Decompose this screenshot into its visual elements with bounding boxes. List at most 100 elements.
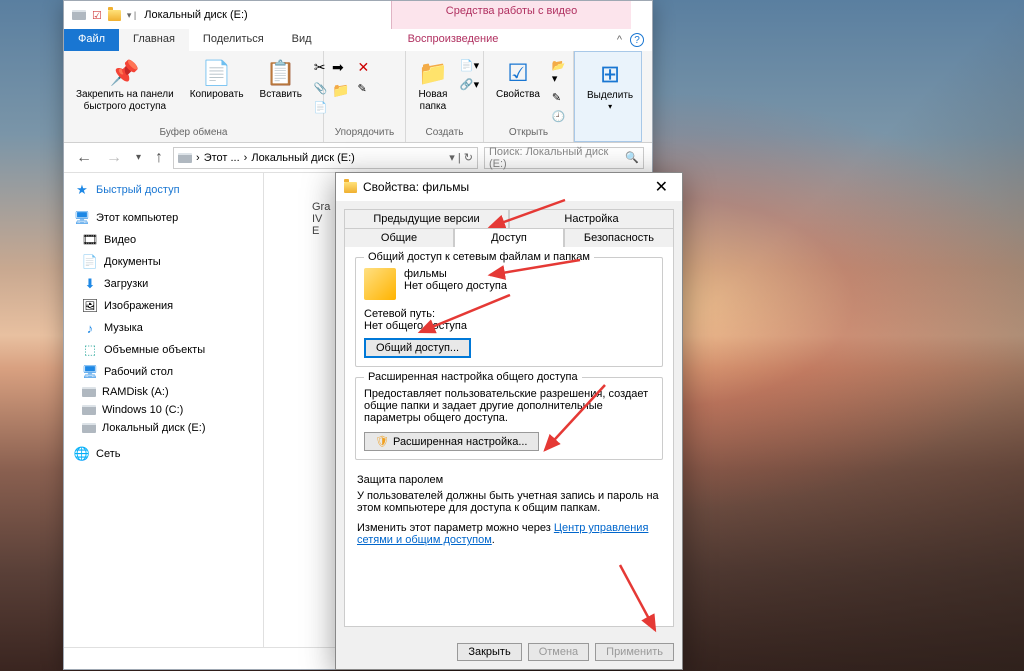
ribbon: 📌 Закрепить на панели быстрого доступа 📄… xyxy=(64,51,652,143)
easy-access-icon[interactable]: 🔗▾ xyxy=(458,76,481,93)
new-item-icon[interactable]: 📄▾ xyxy=(458,57,481,74)
tab-security[interactable]: Безопасность xyxy=(564,228,674,247)
password-change-text: Изменить этот параметр можно через Центр… xyxy=(357,522,661,546)
paste-icon: 📋 xyxy=(266,57,296,89)
this-pc[interactable]: 🖥Этот компьютер xyxy=(64,207,263,229)
address-drive-icon xyxy=(178,153,192,163)
properties-button[interactable]: ☑ Свойства xyxy=(490,53,546,105)
ribbon-collapse-icon[interactable]: ^ xyxy=(617,34,622,46)
close-button[interactable]: ✕ xyxy=(649,177,674,197)
clipboard-group-label: Буфер обмена xyxy=(70,125,317,140)
nav-pictures[interactable]: 🖼Изображения xyxy=(64,295,263,317)
copy-button[interactable]: 📄 Копировать xyxy=(184,53,250,105)
open-group-label: Открыть xyxy=(490,125,567,140)
password-desc: У пользователей должны быть учетная запи… xyxy=(357,490,661,514)
nav-ramdisk[interactable]: RAMDisk (A:) xyxy=(64,383,263,401)
close-dialog-button[interactable]: Закрыть xyxy=(457,643,521,661)
properties-dialog: Свойства: фильмы ✕ Предыдущие версии Нас… xyxy=(335,172,683,670)
drive-small-icon xyxy=(72,10,86,20)
tab-customize[interactable]: Настройка xyxy=(509,209,674,228)
qat-save-icon[interactable]: ☑ xyxy=(92,9,102,22)
open-icon[interactable]: 📂▾ xyxy=(550,57,568,87)
shared-folder-name: фильмы xyxy=(404,268,507,280)
pc-icon: 🖥 xyxy=(74,210,90,226)
delete-icon[interactable]: ✕ xyxy=(355,57,371,78)
nav-up-button[interactable]: ↑ xyxy=(151,147,167,169)
nav-videos[interactable]: 🎞Видео xyxy=(64,229,263,251)
pictures-icon: 🖼 xyxy=(82,298,98,314)
nav-network[interactable]: 🌐Сеть xyxy=(64,443,263,465)
search-input[interactable]: Поиск: Локальный диск (E:) 🔍 xyxy=(484,147,644,169)
desktop-icon: 🖥 xyxy=(82,364,98,380)
organize-group-label: Упорядочить xyxy=(330,125,399,140)
cancel-button[interactable]: Отмена xyxy=(528,643,589,661)
nav-recent-button[interactable]: ▾ xyxy=(132,150,145,165)
advanced-sharing-group: Расширенная настройка общего доступа Пре… xyxy=(355,377,663,460)
folder-icon xyxy=(344,182,357,193)
tab-share[interactable]: Поделиться xyxy=(189,29,278,51)
tab-previous-versions[interactable]: Предыдущие версии xyxy=(344,209,509,228)
nav-documents[interactable]: 📄Документы xyxy=(64,251,263,273)
navigation-pane: ★Быстрый доступ 🖥Этот компьютер 🎞Видео 📄… xyxy=(64,173,264,647)
help-icon[interactable]: ? xyxy=(630,33,644,47)
network-path-value: Нет общего доступа xyxy=(364,320,654,332)
network-icon: 🌐 xyxy=(74,446,90,462)
network-path-label: Сетевой путь: xyxy=(364,308,654,320)
qat-dropdown-icon[interactable]: ▾ | xyxy=(127,10,136,21)
download-icon: ⬇ xyxy=(82,276,98,292)
address-bar: ← → ▾ ↑ › Этот ... › Локальный диск (E:)… xyxy=(64,143,652,173)
nav-music[interactable]: ♪Музыка xyxy=(64,317,263,339)
drive-icon xyxy=(82,405,96,415)
search-icon: 🔍 xyxy=(625,151,639,164)
copy-icon: 📄 xyxy=(202,57,232,89)
sharing-status: Нет общего доступа xyxy=(404,280,507,292)
cube-icon: ⬚ xyxy=(82,342,98,358)
select-button[interactable]: ⊞ Выделить ▾ xyxy=(581,54,639,115)
shield-icon: 🛡 xyxy=(375,435,389,448)
music-icon: ♪ xyxy=(82,320,98,336)
history-icon[interactable]: 🕘 xyxy=(550,108,568,125)
properties-icon: ☑ xyxy=(507,57,529,89)
nav-downloads[interactable]: ⬇Загрузки xyxy=(64,273,263,295)
apply-button[interactable]: Применить xyxy=(595,643,674,661)
drive-icon xyxy=(82,387,96,397)
tab-main[interactable]: Главная xyxy=(119,29,189,51)
network-sharing-group: Общий доступ к сетевым файлам и папкам ф… xyxy=(355,257,663,367)
advanced-sharing-button[interactable]: 🛡 Расширенная настройка... xyxy=(364,432,539,451)
video-icon: 🎞 xyxy=(82,232,98,248)
tab-view[interactable]: Вид xyxy=(278,29,326,51)
tab-file[interactable]: Файл xyxy=(64,29,119,51)
new-folder-button[interactable]: 📁 Новая папка xyxy=(412,53,454,117)
advanced-sharing-desc: Предоставляет пользовательские разрешени… xyxy=(364,388,654,424)
nav-local-e[interactable]: Локальный диск (E:) xyxy=(64,419,263,437)
nav-desktop[interactable]: 🖥Рабочий стол xyxy=(64,361,263,383)
properties-tabs: Предыдущие версии Настройка Общие Доступ… xyxy=(344,209,674,247)
move-to-icon[interactable]: ➡ xyxy=(330,57,351,78)
rename-icon[interactable]: ✎ xyxy=(355,80,371,97)
pin-icon: 📌 xyxy=(110,57,140,89)
document-icon: 📄 xyxy=(82,254,98,270)
create-group-label: Создать xyxy=(412,125,477,140)
nav-back-button[interactable]: ← xyxy=(72,147,96,169)
nav-windows-c[interactable]: Windows 10 (C:) xyxy=(64,401,263,419)
password-protection-group: Защита паролем У пользователей должны бы… xyxy=(355,470,663,550)
star-icon: ★ xyxy=(74,182,90,198)
copy-to-icon[interactable]: 📁 xyxy=(330,80,351,101)
tab-general[interactable]: Общие xyxy=(344,228,454,247)
drive-icon xyxy=(82,423,96,433)
ribbon-tabs: Файл Главная Поделиться Вид Воспроизведе… xyxy=(64,29,652,51)
qat-folder-icon[interactable] xyxy=(108,10,121,21)
new-folder-icon: 📁 xyxy=(418,57,448,89)
edit-icon[interactable]: ✎ xyxy=(550,89,568,106)
tab-sharing[interactable]: Доступ xyxy=(454,228,564,247)
nav-forward-button[interactable]: → xyxy=(102,147,126,169)
quick-access[interactable]: ★Быстрый доступ xyxy=(64,179,263,201)
tab-playback[interactable]: Воспроизведение xyxy=(394,29,513,51)
pin-quick-access-button[interactable]: 📌 Закрепить на панели быстрого доступа xyxy=(70,53,180,117)
paste-button[interactable]: 📋 Вставить xyxy=(254,53,308,105)
share-button[interactable]: Общий доступ... xyxy=(364,338,471,358)
nav-3d[interactable]: ⬚Объемные объекты xyxy=(64,339,263,361)
address-path[interactable]: › Этот ... › Локальный диск (E:) ▾ | ↻ xyxy=(173,147,478,169)
select-icon: ⊞ xyxy=(600,58,620,90)
folder-large-icon xyxy=(364,268,396,300)
